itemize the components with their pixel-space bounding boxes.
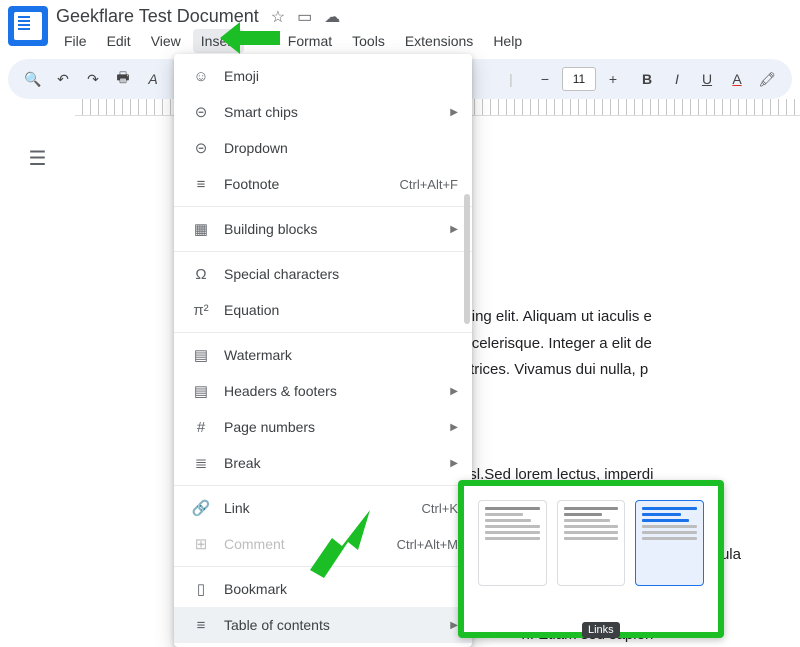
move-folder-icon[interactable]: ▭ — [297, 7, 312, 27]
chevron-right-icon: ▶ — [450, 458, 458, 469]
menu-help[interactable]: Help — [485, 29, 530, 53]
chevron-right-icon: ▶ — [450, 620, 458, 631]
menu-separator — [174, 206, 472, 207]
watermark-icon: ▤ — [190, 346, 212, 364]
font-size-decrease[interactable]: − — [532, 66, 558, 92]
italic-icon[interactable]: I — [664, 66, 690, 92]
font-size-increase[interactable]: + — [600, 66, 626, 92]
chevron-right-icon: ▶ — [450, 386, 458, 397]
menu-item-page-numbers[interactable]: #Page numbers▶ — [174, 409, 472, 445]
menu-item-building-blocks[interactable]: ▦Building blocks▶ — [174, 211, 472, 247]
undo-icon[interactable]: ↶ — [50, 66, 76, 92]
menu-format[interactable]: Format — [248, 29, 340, 53]
menu-item-break[interactable]: ≣Break▶ — [174, 445, 472, 481]
menu-item-special-characters[interactable]: ΩSpecial characters — [174, 256, 472, 292]
print-icon[interactable]: 🖶 — [110, 66, 136, 92]
menu-item-comment: ⊞CommentCtrl+Alt+M — [174, 526, 472, 562]
bold-icon[interactable]: B — [634, 66, 660, 92]
emoji-icon: ☺ — [190, 68, 212, 85]
left-gutter: ☰ — [0, 116, 75, 171]
spellcheck-icon[interactable]: A — [140, 66, 166, 92]
menu-item-footnote[interactable]: ≡FootnoteCtrl+Alt+F — [174, 166, 472, 202]
menu-view[interactable]: View — [143, 29, 189, 53]
chevron-right-icon: ▶ — [450, 224, 458, 235]
chevron-right-icon: ▶ — [450, 107, 458, 118]
header-footer-icon: ▤ — [190, 382, 212, 400]
menu-scrollbar[interactable] — [464, 194, 470, 324]
menu-item-equation[interactable]: π²Equation — [174, 292, 472, 328]
toc-option-links[interactable] — [635, 500, 704, 586]
shortcut-label: Ctrl+K — [422, 501, 458, 516]
omega-icon: Ω — [190, 266, 212, 283]
menu-item-table-of-contents[interactable]: ≡Table of contents▶ — [174, 607, 472, 643]
toc-icon: ≡ — [190, 617, 212, 634]
document-title[interactable]: Geekflare Test Document — [56, 6, 259, 27]
font-size-control: − 11 + — [532, 66, 626, 92]
hash-icon: # — [190, 419, 212, 436]
menu-item-smart-chips[interactable]: ⊝Smart chips▶ — [174, 94, 472, 130]
pi-icon: π² — [190, 302, 212, 319]
docs-logo[interactable] — [8, 6, 48, 46]
menu-tools[interactable]: Tools — [344, 29, 393, 53]
blocks-icon: ▦ — [190, 220, 212, 238]
bookmark-icon: ▯ — [190, 580, 212, 598]
chip-icon: ⊝ — [190, 103, 212, 121]
menu-item-bookmark[interactable]: ▯Bookmark — [174, 571, 472, 607]
redo-icon[interactable]: ↷ — [80, 66, 106, 92]
search-tools-icon[interactable]: 🔍 — [20, 66, 46, 92]
shortcut-label: Ctrl+Alt+M — [397, 537, 458, 552]
menu-item-emoji[interactable]: ☺Emoji — [174, 58, 472, 94]
text-color-icon[interactable]: A — [724, 66, 750, 92]
toc-option-dotted[interactable] — [557, 500, 626, 586]
menu-separator — [174, 251, 472, 252]
highlight-icon[interactable]: 🖍 — [754, 66, 780, 92]
star-icon[interactable]: ☆ — [271, 7, 285, 27]
underline-icon[interactable]: U — [694, 66, 720, 92]
menu-item-link[interactable]: 🔗LinkCtrl+K — [174, 490, 472, 526]
toc-option-plain[interactable] — [478, 500, 547, 586]
cloud-status-icon: ☁ — [324, 7, 340, 27]
menu-file[interactable]: File — [56, 29, 95, 53]
comment-icon: ⊞ — [190, 535, 212, 553]
tooltip: Links — [582, 622, 620, 638]
menu-extensions[interactable]: Extensions — [397, 29, 481, 53]
menu-item-dropdown[interactable]: ⊝Dropdown — [174, 130, 472, 166]
shortcut-label: Ctrl+Alt+F — [399, 177, 458, 192]
menu-edit[interactable]: Edit — [99, 29, 139, 53]
toolbar-separator: | — [498, 66, 524, 92]
menu-separator — [174, 332, 472, 333]
dropdown-icon: ⊝ — [190, 139, 212, 157]
document-outline-icon[interactable]: ☰ — [29, 146, 47, 171]
insert-menu-dropdown: ☺Emoji ⊝Smart chips▶ ⊝Dropdown ≡Footnote… — [174, 54, 472, 647]
chevron-right-icon: ▶ — [450, 422, 458, 433]
menu-item-watermark[interactable]: ▤Watermark — [174, 337, 472, 373]
footnote-icon: ≡ — [190, 176, 212, 193]
font-size-input[interactable]: 11 — [562, 67, 596, 91]
app-header: Geekflare Test Document ☆ ▭ ☁ File Edit … — [0, 0, 800, 53]
break-icon: ≣ — [190, 454, 212, 472]
link-icon: 🔗 — [190, 499, 212, 517]
menu-insert[interactable]: Insert — [193, 29, 244, 53]
menu-item-headers-footers[interactable]: ▤Headers & footers▶ — [174, 373, 472, 409]
menu-separator — [174, 566, 472, 567]
toc-style-submenu: Links — [458, 480, 724, 638]
menubar: File Edit View Insert Format Tools Exten… — [56, 29, 530, 53]
menu-separator — [174, 485, 472, 486]
